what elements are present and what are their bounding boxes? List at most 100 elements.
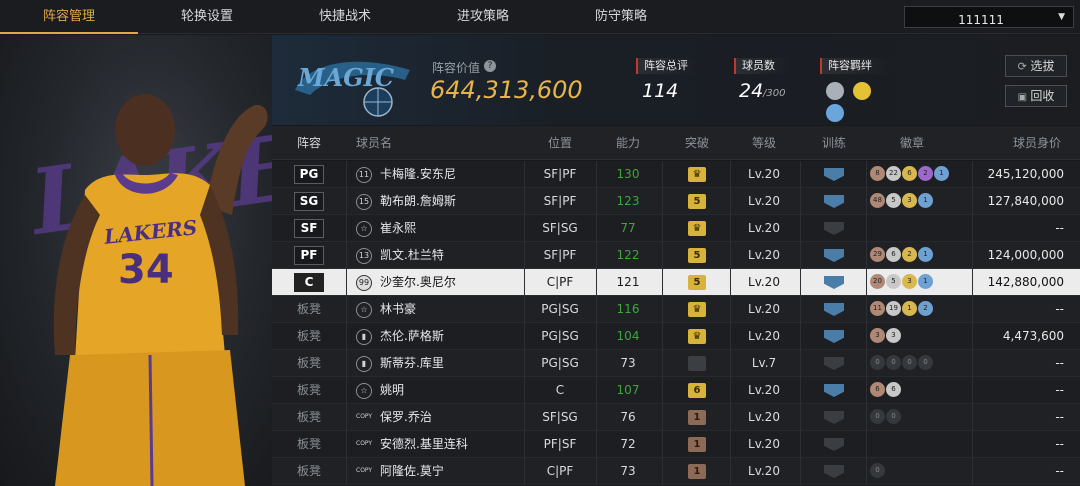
table-row[interactable]: 板凳 COPY 安德烈.基里连科 PF|SF 72 1 Lv.20 -- <box>272 431 1080 458</box>
badge-icon[interactable]: 6 <box>902 166 917 181</box>
slot-badge[interactable]: PF <box>294 246 324 265</box>
player-name[interactable]: 阿隆佐.莫宁 <box>380 458 444 485</box>
badge-list[interactable]: 66 <box>870 382 902 399</box>
player-name[interactable]: 崔永熙 <box>380 215 416 242</box>
training-icon[interactable] <box>824 330 844 343</box>
badge-list[interactable]: 8 22 6 2 1 <box>870 166 950 183</box>
table-row[interactable]: C 99 沙奎尔.奥尼尔 C|PF 121 5 Lv.20 20 5 3 1 142,880,000 <box>272 269 1080 296</box>
bond-icons[interactable] <box>826 82 896 122</box>
col-name[interactable]: 球员名 <box>356 126 396 160</box>
badge-icon[interactable]: 3 <box>902 193 917 208</box>
badge-icon[interactable]: 1 <box>934 166 949 181</box>
badge-icon[interactable]: 22 <box>886 166 901 181</box>
slot-badge[interactable]: C <box>294 273 324 292</box>
badge-icon[interactable]: 0 <box>886 355 901 370</box>
badge-list[interactable]: 33 <box>870 328 902 345</box>
breakthrough-badge[interactable]: 5 <box>688 248 706 263</box>
training-icon[interactable] <box>824 168 844 181</box>
breakthrough-badge[interactable]: ♛ <box>688 167 706 182</box>
badge-list[interactable]: 20 5 3 1 <box>870 274 934 291</box>
badge-icon[interactable]: 3 <box>886 328 901 343</box>
badge-icon[interactable]: 6 <box>870 382 885 397</box>
player-name[interactable]: 林书豪 <box>380 296 416 323</box>
col-level[interactable]: 等级 <box>734 126 794 160</box>
tab-quick-tactics[interactable]: 快捷战术 <box>276 0 414 34</box>
col-breakthrough[interactable]: 突破 <box>667 126 727 160</box>
table-row[interactable]: 板凳 COPY 阿隆佐.莫宁 C|PF 73 1 Lv.20 0 -- <box>272 458 1080 485</box>
badge-icon[interactable]: 6 <box>886 247 901 262</box>
table-row[interactable]: SG 15 勒布朗.詹姆斯 SF|PF 123 5 Lv.20 48 5 3 1 127,840,00… <box>272 188 1080 215</box>
badge-icon[interactable]: 5 <box>886 193 901 208</box>
training-icon[interactable] <box>824 195 844 208</box>
badge-icon[interactable]: 3 <box>902 274 917 289</box>
table-row[interactable]: 板凳 ▮ 斯蒂芬.库里 PG|SG 73 Lv.7 0 0 0 0 -- <box>272 350 1080 377</box>
bond-icon-2[interactable] <box>853 82 872 100</box>
breakthrough-badge[interactable]: 5 <box>688 275 706 290</box>
training-icon[interactable] <box>824 384 844 397</box>
player-name[interactable]: 卡梅隆.安东尼 <box>380 161 456 188</box>
badge-icon[interactable]: 1 <box>918 193 933 208</box>
badge-list[interactable]: 11 19 1 2 <box>870 301 934 318</box>
badge-icon[interactable]: 29 <box>870 247 885 262</box>
badge-list[interactable]: 00 <box>870 409 902 426</box>
tab-offense[interactable]: 进攻策略 <box>414 0 552 34</box>
player-name[interactable]: 杰伦.萨格斯 <box>380 323 444 350</box>
breakthrough-badge[interactable] <box>688 356 706 371</box>
badge-icon[interactable]: 1 <box>918 274 933 289</box>
col-training[interactable]: 训练 <box>804 126 864 160</box>
breakthrough-badge[interactable]: 6 <box>688 383 706 398</box>
table-row[interactable]: PG 11 卡梅隆.安东尼 SF|PF 130 ♛ Lv.20 8 22 6 2 1 245,120,0… <box>272 161 1080 188</box>
training-icon[interactable] <box>824 303 844 316</box>
training-icon[interactable] <box>824 465 844 478</box>
badge-icon[interactable]: 19 <box>886 301 901 316</box>
breakthrough-badge[interactable]: 1 <box>688 437 706 452</box>
table-row[interactable]: PF 13 凯文.杜兰特 SF|PF 122 5 Lv.20 29 6 2 1 124,000,000 <box>272 242 1080 269</box>
slot-badge[interactable]: SF <box>294 219 324 238</box>
table-row[interactable]: 板凳 ☆ 姚明 C 107 6 Lv.20 6 6 -- <box>272 377 1080 404</box>
breakthrough-badge[interactable]: 1 <box>688 464 706 479</box>
player-name[interactable]: 保罗.乔治 <box>380 404 432 431</box>
table-row[interactable]: SF ☆ 崔永熙 SF|SG 77 ♛ Lv.20 -- <box>272 215 1080 242</box>
breakthrough-badge[interactable]: ♛ <box>688 302 706 317</box>
badge-icon[interactable]: 1 <box>902 301 917 316</box>
table-row[interactable]: 板凳 ▮ 杰伦.萨格斯 PG|SG 104 ♛ Lv.20 3 3 4,473,600 <box>272 323 1080 350</box>
badge-icon[interactable]: 0 <box>870 409 885 424</box>
badge-icon[interactable]: 2 <box>918 301 933 316</box>
player-name[interactable]: 凯文.杜兰特 <box>380 242 444 269</box>
breakthrough-badge[interactable]: 1 <box>688 410 706 425</box>
badge-icon[interactable]: 0 <box>886 409 901 424</box>
player-name[interactable]: 安德烈.基里连科 <box>380 431 468 458</box>
badge-icon[interactable]: 11 <box>870 301 885 316</box>
bond-icon-1[interactable] <box>826 82 844 100</box>
badge-icon[interactable]: 5 <box>886 274 901 289</box>
training-icon[interactable] <box>824 411 844 424</box>
bond-icon-3[interactable] <box>826 104 844 122</box>
training-icon[interactable] <box>824 357 844 370</box>
badge-icon[interactable]: 3 <box>870 328 885 343</box>
player-name[interactable]: 姚明 <box>380 377 404 404</box>
badge-list[interactable]: 48 5 3 1 <box>870 193 934 210</box>
col-ability[interactable]: 能力 <box>598 126 658 160</box>
badge-icon[interactable]: 8 <box>870 166 885 181</box>
badge-icon[interactable]: 2 <box>902 247 917 262</box>
recycle-button[interactable]: ▣ 回收 <box>1005 85 1067 107</box>
badge-list[interactable]: 29 6 2 1 <box>870 247 934 264</box>
lineup-selector[interactable]: 111111 ▼ <box>904 6 1074 28</box>
breakthrough-badge[interactable]: ♛ <box>688 221 706 236</box>
player-name[interactable]: 勒布朗.詹姆斯 <box>380 188 456 215</box>
col-lineup[interactable]: 阵容 <box>294 126 324 160</box>
badge-list[interactable]: 0000 <box>870 355 934 372</box>
training-icon[interactable] <box>824 276 844 289</box>
badge-icon[interactable]: 48 <box>870 193 885 208</box>
col-badge[interactable]: 徽章 <box>882 126 942 160</box>
col-value[interactable]: 球员身价 <box>1002 126 1072 160</box>
badge-icon[interactable]: 0 <box>870 463 885 478</box>
breakthrough-badge[interactable]: ♛ <box>688 329 706 344</box>
badge-icon[interactable]: 0 <box>918 355 933 370</box>
training-icon[interactable] <box>824 222 844 235</box>
select-button[interactable]: ⟳ 选拔 <box>1005 55 1067 77</box>
breakthrough-badge[interactable]: 5 <box>688 194 706 209</box>
training-icon[interactable] <box>824 438 844 451</box>
table-row[interactable]: 板凳 COPY 保罗.乔治 SF|SG 76 1 Lv.20 0 0 -- <box>272 404 1080 431</box>
slot-badge[interactable]: SG <box>294 192 324 211</box>
